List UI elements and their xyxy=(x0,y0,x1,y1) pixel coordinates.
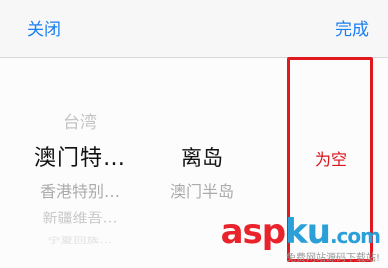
province-option[interactable]: 宁夏回族… xyxy=(14,234,146,245)
province-option[interactable]: 香港特别… xyxy=(14,178,146,202)
province-option-selected[interactable]: 澳门特… xyxy=(14,140,146,172)
city-option[interactable]: 澳门半岛 xyxy=(148,178,256,202)
region-picker[interactable]: 台湾 澳门特… 香港特别… 新疆维吾… 宁夏回族… 离岛 澳门半岛 为空 xyxy=(0,58,388,268)
province-option[interactable]: 台湾 xyxy=(14,108,146,133)
province-wheel[interactable]: 台湾 澳门特… 香港特别… 新疆维吾… 宁夏回族… xyxy=(14,58,146,268)
close-button[interactable]: 关闭 xyxy=(27,20,61,40)
province-option[interactable]: 新疆维吾… xyxy=(14,208,146,226)
district-option-selected[interactable]: 为空 xyxy=(288,146,374,170)
done-button[interactable]: 完成 xyxy=(335,20,369,40)
picker-toolbar: 关闭 完成 xyxy=(0,0,388,58)
city-wheel[interactable]: 离岛 澳门半岛 xyxy=(148,58,256,268)
city-option-selected[interactable]: 离岛 xyxy=(148,142,256,172)
district-wheel[interactable]: 为空 xyxy=(288,58,374,268)
